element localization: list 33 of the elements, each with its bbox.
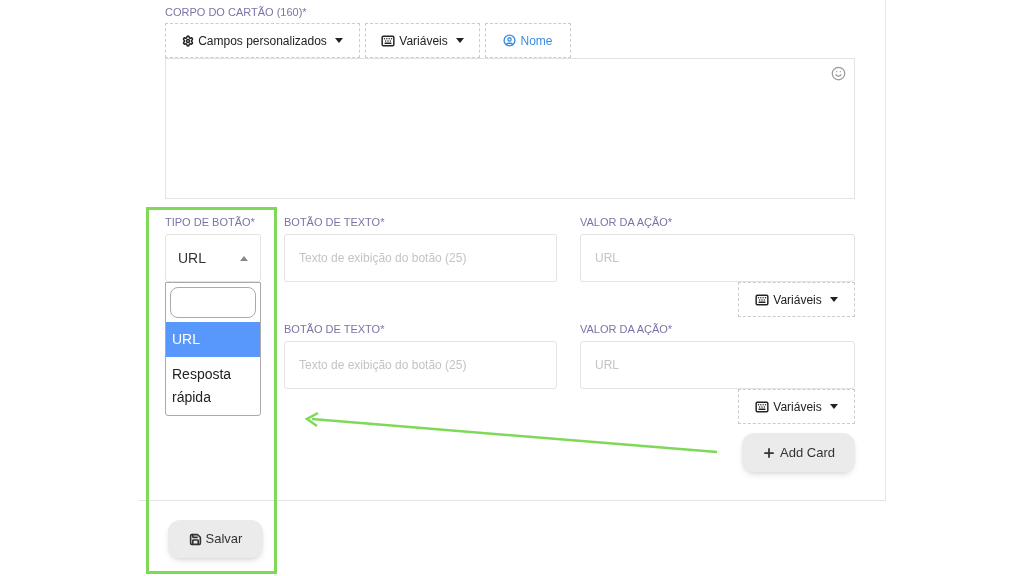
field-label: CORPO DO CARTÃO (160)* bbox=[165, 5, 308, 19]
save-button[interactable]: Salvar bbox=[168, 520, 263, 558]
input-field[interactable]: Texto de exibição do botão (25) bbox=[284, 234, 557, 282]
user-icon bbox=[503, 34, 517, 47]
name-link[interactable]: Nome bbox=[485, 23, 571, 58]
variables-dropdown[interactable]: Variáveis bbox=[738, 389, 855, 424]
caret-icon bbox=[240, 255, 248, 261]
emoji-icon bbox=[831, 66, 846, 81]
plus-icon bbox=[762, 445, 777, 460]
save-icon bbox=[188, 532, 202, 546]
input-field[interactable]: URL bbox=[580, 341, 855, 389]
caret-icon bbox=[829, 404, 838, 409]
field-label: BOTÃO DE TEXTO* bbox=[284, 215, 386, 229]
keyboard-icon bbox=[755, 399, 770, 414]
type-select[interactable]: URL bbox=[165, 234, 261, 282]
input-field[interactable]: Texto de exibição do botão (25) bbox=[284, 341, 557, 389]
field-label: TIPO DE BOTÃO* bbox=[165, 215, 256, 229]
gear-icon bbox=[182, 34, 195, 47]
toolbar-dropdown[interactable]: Variáveis bbox=[365, 23, 480, 58]
toolbar-dropdown[interactable]: Campos personalizados bbox=[165, 23, 360, 58]
field-label: VALOR DA AÇÃO* bbox=[580, 322, 674, 336]
keyboard-icon bbox=[755, 292, 770, 307]
field-label: VALOR DA AÇÃO* bbox=[580, 215, 674, 229]
caret-icon bbox=[829, 297, 838, 302]
variables-dropdown[interactable]: Variáveis bbox=[738, 282, 855, 317]
caret-icon bbox=[334, 38, 343, 43]
field-label: BOTÃO DE TEXTO* bbox=[284, 322, 386, 336]
dropdown-option[interactable]: Resposta rápida bbox=[166, 357, 260, 415]
input-field[interactable]: URL bbox=[580, 234, 855, 282]
add-card-button[interactable]: Add Card bbox=[742, 433, 855, 472]
keyboard-icon bbox=[381, 33, 396, 48]
caret-icon bbox=[455, 38, 464, 43]
search-field[interactable] bbox=[170, 287, 256, 318]
